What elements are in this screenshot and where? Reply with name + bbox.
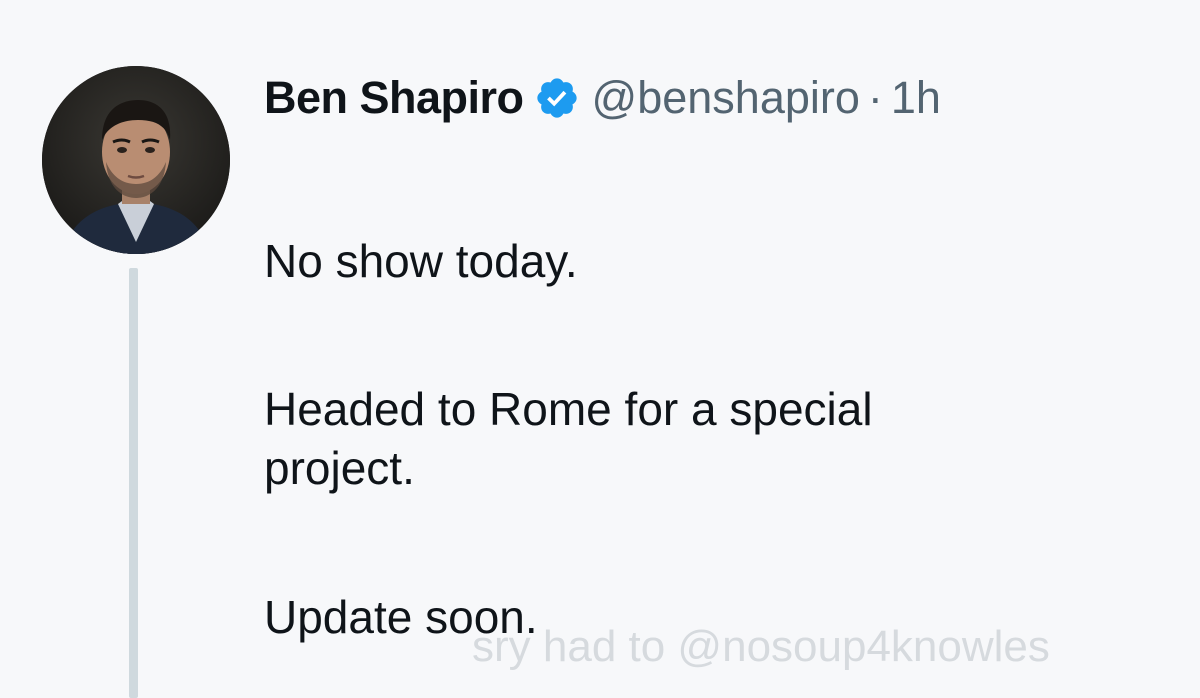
thread-line xyxy=(129,268,138,698)
tweet: Ben Shapiro @benshapiro · 1h No show tod… xyxy=(0,0,1200,698)
tweet-text-paragraph-2: Headed to Rome for a special project. xyxy=(264,383,873,494)
profile-photo-icon xyxy=(42,66,230,254)
display-name[interactable]: Ben Shapiro xyxy=(264,72,524,124)
separator-dot: · xyxy=(867,72,883,123)
handle[interactable]: @benshapiro xyxy=(592,72,860,124)
avatar[interactable] xyxy=(42,66,230,254)
timestamp[interactable]: 1h xyxy=(891,72,941,124)
watermark: sry had to @nosoup4knowles xyxy=(472,622,1050,671)
verified-badge-icon xyxy=(534,75,580,121)
tweet-header: Ben Shapiro @benshapiro · 1h xyxy=(264,66,941,130)
tweet-text-paragraph-1: No show today. xyxy=(264,235,578,287)
